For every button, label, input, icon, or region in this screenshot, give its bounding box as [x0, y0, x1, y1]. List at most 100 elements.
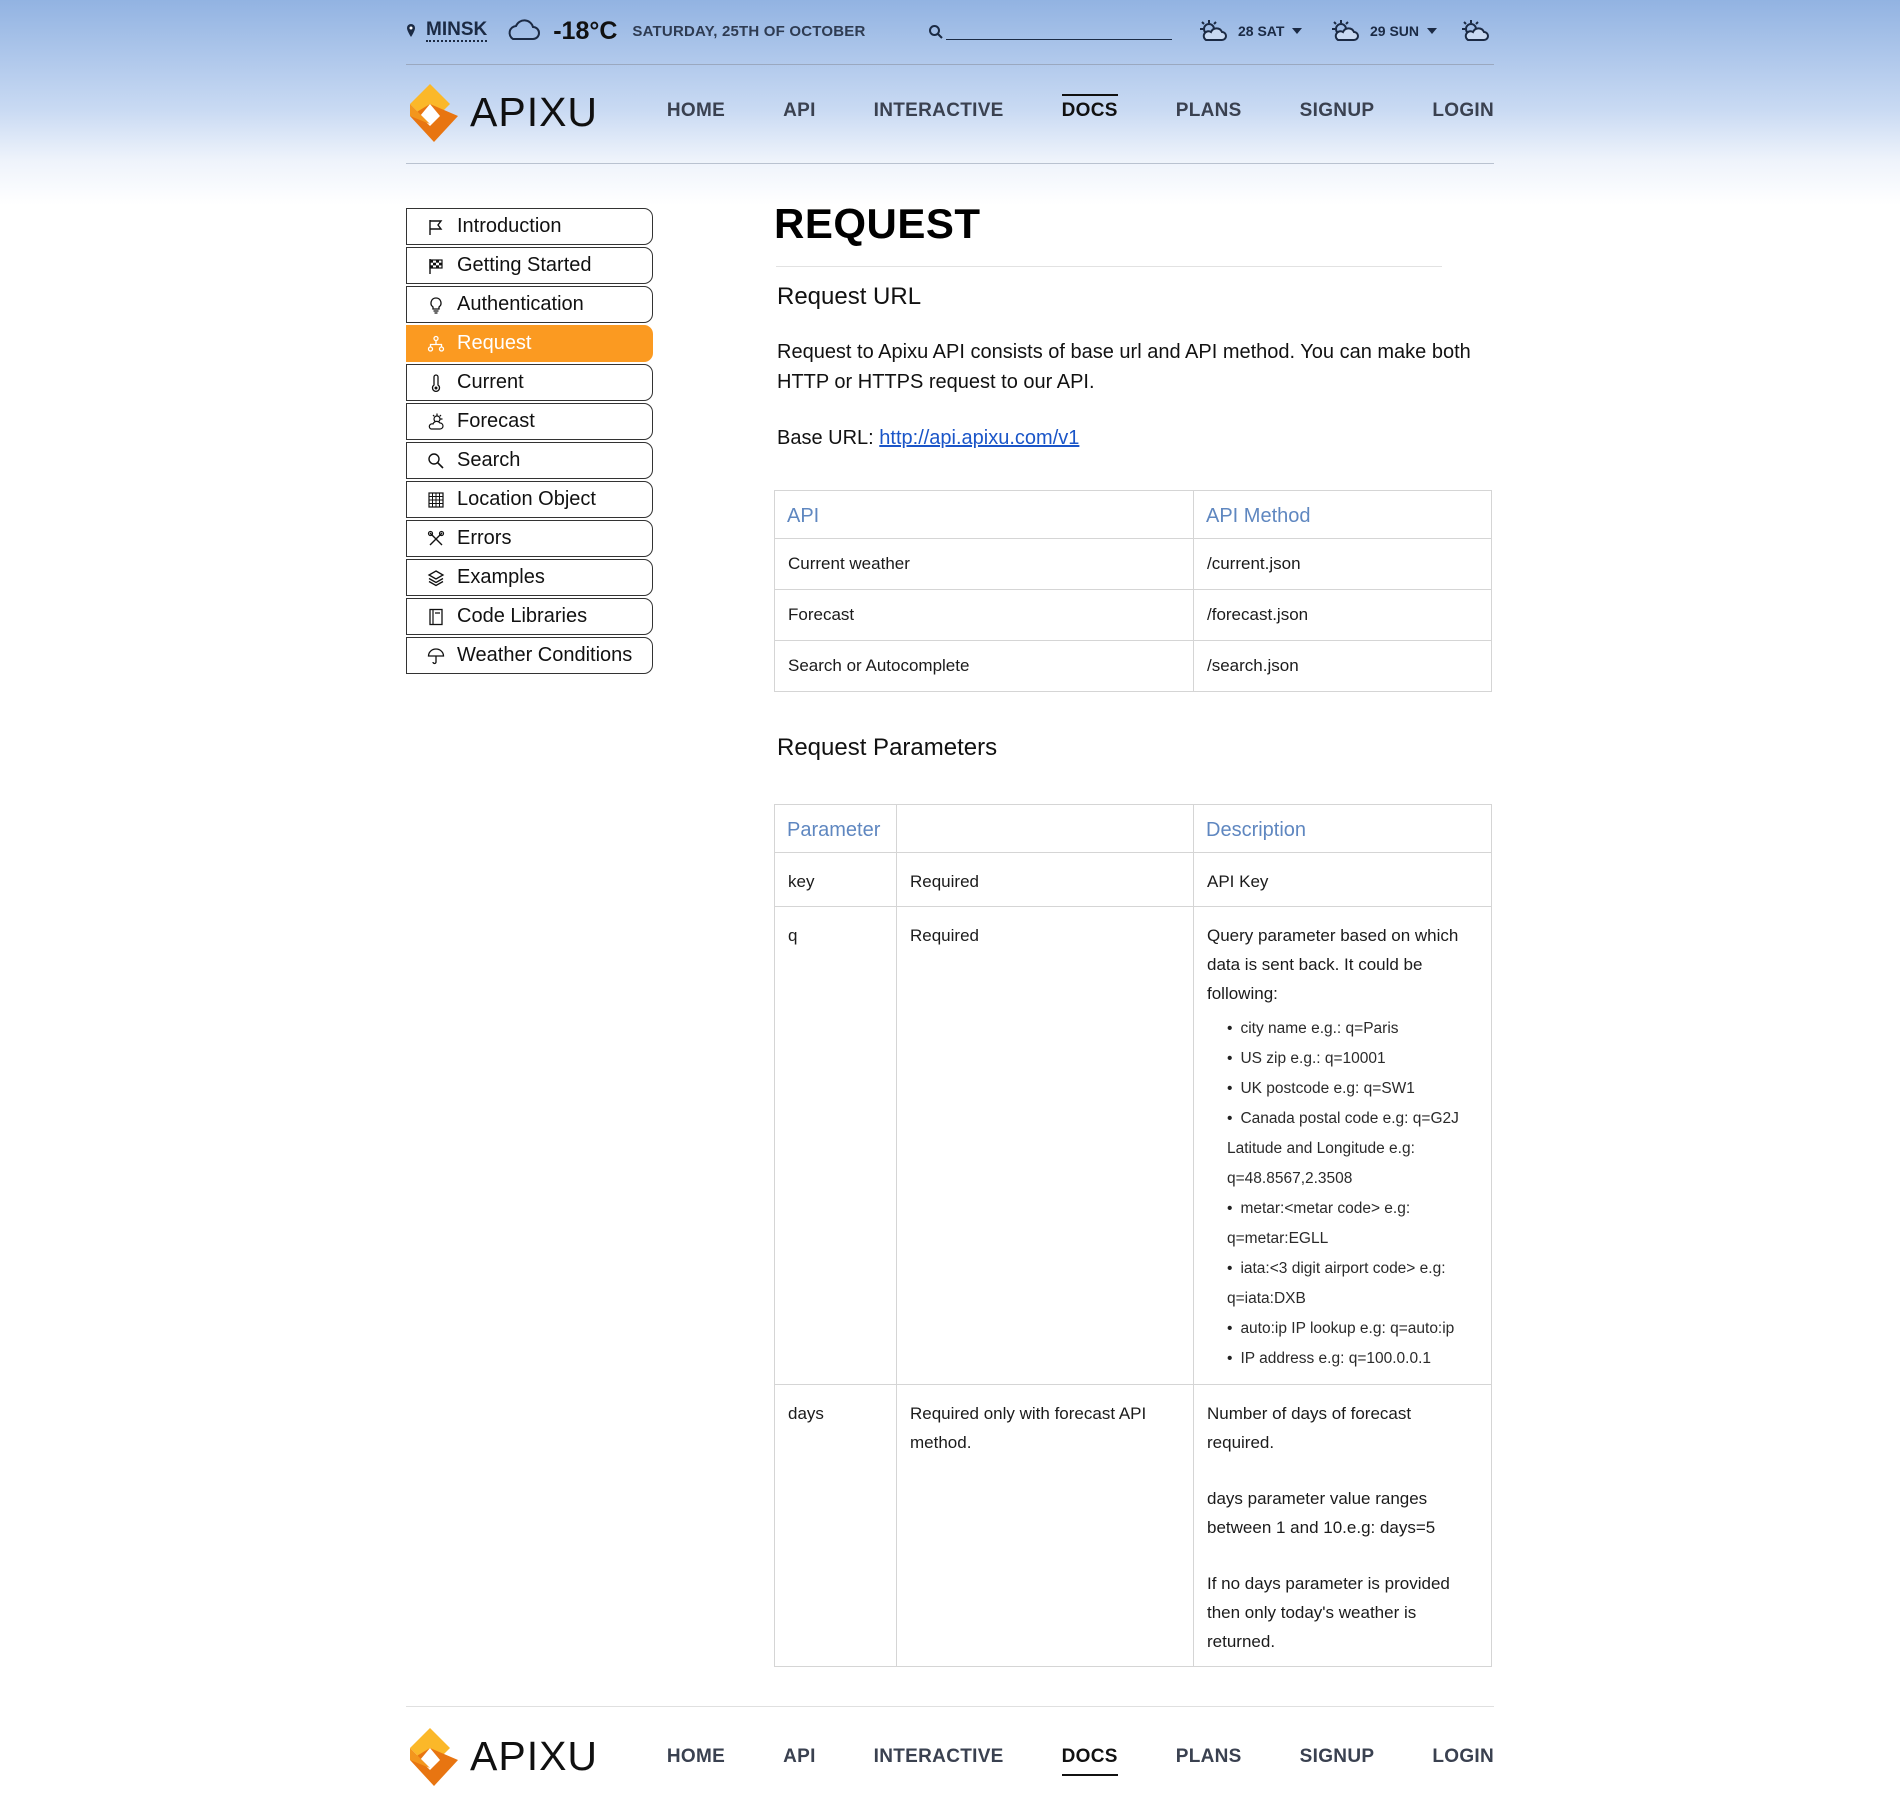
- sidebar-item-label: Search: [457, 449, 521, 471]
- param-name: q: [774, 906, 897, 1385]
- table-cell: /current.json: [1193, 538, 1492, 590]
- main-nav: HOME API INTERACTIVE DOCS PLANS SIGNUP L…: [609, 94, 1494, 122]
- current-temperature: -18°C: [553, 16, 618, 45]
- forecast-day-label: 28 SAT: [1238, 23, 1285, 39]
- divider: [406, 163, 1494, 164]
- divider: [776, 266, 1442, 267]
- sidebar-item-code-libraries[interactable]: Code Libraries: [406, 598, 653, 635]
- table-row: key Required API Key: [774, 852, 1492, 907]
- list-item: q=iata:DXB: [1227, 1290, 1306, 1307]
- table-row: q Required Query parameter based on whic…: [774, 906, 1492, 1385]
- chevron-down-icon[interactable]: [1427, 28, 1438, 34]
- checkered-flag-icon: [429, 258, 443, 274]
- sidebar-item-label: Forecast: [457, 410, 535, 432]
- list-item: UK postcode e.g: q=SW1: [1227, 1074, 1478, 1104]
- site-footer: APIXU HOME API INTERACTIVE DOCS PLANS SI…: [406, 1724, 1494, 1788]
- page-title: REQUEST: [774, 200, 981, 247]
- column-header: API Method: [1193, 490, 1492, 539]
- divider: [406, 64, 1494, 65]
- list-item: iata:<3 digit airport code> e.g:: [1227, 1254, 1478, 1284]
- param-description: Query parameter based on which data is s…: [1193, 906, 1492, 1385]
- sidebar-item-label: Authentication: [457, 293, 584, 315]
- list-item: IP address e.g: q=100.0.0.1: [1227, 1344, 1478, 1374]
- column-header: API: [774, 490, 1194, 539]
- list-item: auto:ip IP lookup e.g: q=auto:ip: [1227, 1314, 1478, 1344]
- param-required: Required: [896, 852, 1194, 907]
- thermometer-icon: [431, 373, 441, 392]
- footer-nav-interactive[interactable]: INTERACTIVE: [874, 1746, 1004, 1768]
- param-required: Required: [896, 906, 1194, 1385]
- footer-nav-api[interactable]: API: [783, 1746, 816, 1768]
- sidebar-item-introduction[interactable]: Introduction: [406, 208, 653, 245]
- nav-signup[interactable]: SIGNUP: [1300, 100, 1375, 122]
- sidebar-item-request[interactable]: Request: [406, 325, 653, 362]
- chevron-down-icon[interactable]: [1292, 28, 1303, 34]
- days-description-2: days parameter value ranges between 1 an…: [1207, 1489, 1436, 1537]
- list-item: city name e.g.: q=Paris: [1227, 1014, 1478, 1044]
- table-cell: /forecast.json: [1193, 589, 1492, 641]
- table-header-row: API API Method: [774, 490, 1492, 539]
- sidebar-item-errors[interactable]: Errors: [406, 520, 653, 557]
- footer-nav-login[interactable]: LOGIN: [1432, 1746, 1494, 1768]
- search-icon[interactable]: [928, 24, 944, 40]
- sidebar-item-label: Errors: [457, 527, 512, 549]
- docs-sidebar: Introduction Getting Started Authenticat…: [406, 208, 653, 676]
- footer-logo-link[interactable]: APIXU: [406, 1724, 598, 1788]
- logo-text: APIXU: [470, 88, 599, 135]
- top-search[interactable]: [928, 22, 1172, 40]
- nav-home[interactable]: HOME: [667, 100, 725, 122]
- umbrella-icon: [427, 647, 445, 664]
- current-date: SATURDAY, 25TH OF OCTOBER: [632, 22, 866, 40]
- forecast-day-sun[interactable]: 29 SUN: [1328, 19, 1438, 43]
- table-cell: Current weather: [774, 538, 1194, 590]
- days-description-1: Number of days of forecast required.: [1207, 1404, 1412, 1452]
- sidebar-item-getting-started[interactable]: Getting Started: [406, 247, 653, 284]
- sun-cloud-icon: [428, 413, 444, 430]
- table-cell: Search or Autocomplete: [774, 640, 1194, 692]
- sidebar-item-current[interactable]: Current: [406, 364, 653, 401]
- sidebar-item-examples[interactable]: Examples: [406, 559, 653, 596]
- table-row: Forecast /forecast.json: [774, 589, 1492, 641]
- top-bar: MINSK -18°C SATURDAY, 25TH OF OCTOBER 28…: [406, 10, 1494, 52]
- sidebar-item-forecast[interactable]: Forecast: [406, 403, 653, 440]
- search-input[interactable]: [946, 22, 1172, 40]
- logo-link[interactable]: APIXU: [406, 80, 598, 144]
- sidebar-item-authentication[interactable]: Authentication: [406, 286, 653, 323]
- param-required: Required only with forecast API method.: [896, 1384, 1194, 1667]
- list-item: q=48.8567,2.3508: [1227, 1170, 1353, 1187]
- tools-icon: [427, 530, 445, 545]
- param-name: key: [774, 852, 897, 907]
- param-description: Number of days of forecast required. day…: [1193, 1384, 1492, 1667]
- forecast-day-sat[interactable]: 28 SAT: [1196, 19, 1303, 43]
- nav-login[interactable]: LOGIN: [1432, 100, 1494, 122]
- footer-nav-signup[interactable]: SIGNUP: [1300, 1746, 1375, 1768]
- sidebar-item-location-object[interactable]: Location Object: [406, 481, 653, 518]
- city-link[interactable]: MINSK: [426, 20, 488, 42]
- search-icon: [428, 452, 444, 469]
- sidebar-item-label: Location Object: [457, 488, 596, 510]
- footer-nav-docs[interactable]: DOCS: [1061, 1746, 1118, 1776]
- nav-api[interactable]: API: [783, 100, 816, 122]
- sidebar-item-weather-conditions[interactable]: Weather Conditions: [406, 637, 653, 674]
- intro-paragraph: Request to Apixu API consists of base ur…: [777, 341, 1471, 393]
- request-parameters-table: Parameter Description key Required API K…: [774, 804, 1492, 1667]
- list-item: q=metar:EGLL: [1227, 1230, 1329, 1247]
- request-parameters-heading: Request Parameters: [777, 734, 998, 761]
- sidebar-item-search[interactable]: Search: [406, 442, 653, 479]
- cloud-icon: [508, 19, 541, 40]
- param-description: API Key: [1193, 852, 1492, 907]
- nav-docs[interactable]: DOCS: [1061, 94, 1118, 122]
- column-header: [896, 804, 1194, 853]
- nav-interactive[interactable]: INTERACTIVE: [874, 100, 1004, 122]
- forecast-day-next[interactable]: [1458, 19, 1500, 43]
- base-url-link[interactable]: http://api.apixu.com/v1: [879, 427, 1079, 449]
- base-url-label: Base URL:: [777, 427, 874, 449]
- footer-nav-plans[interactable]: PLANS: [1176, 1746, 1242, 1768]
- nav-plans[interactable]: PLANS: [1176, 100, 1242, 122]
- sidebar-item-label: Code Libraries: [457, 605, 588, 627]
- footer-nav-home[interactable]: HOME: [667, 1746, 725, 1768]
- lightbulb-icon: [430, 296, 442, 314]
- sun-cloud-icon: [1462, 20, 1489, 41]
- table-cell: /search.json: [1193, 640, 1492, 692]
- list-item: Canada postal code e.g: q=G2J: [1227, 1104, 1478, 1134]
